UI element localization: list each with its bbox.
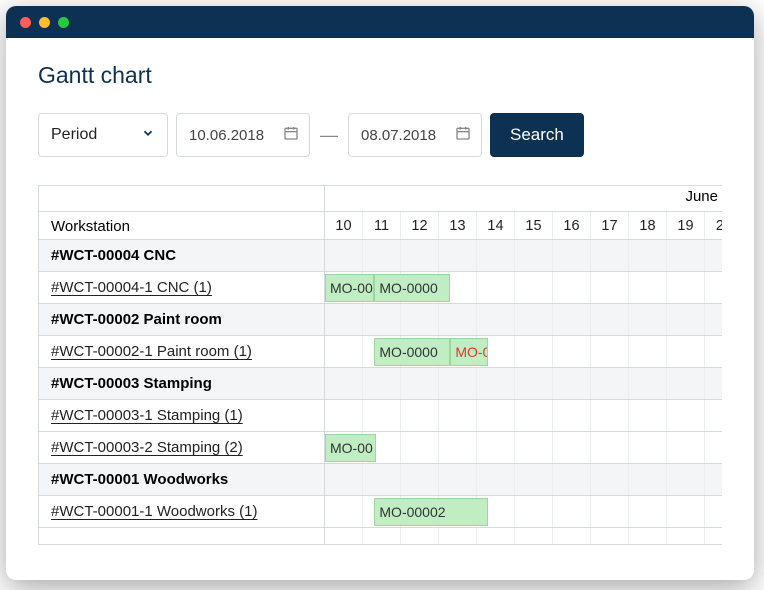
gantt-lane: MO-00MO-0000 (325, 272, 722, 304)
workstation-row: #WCT-00003-1 Stamping (1) (39, 400, 324, 432)
window-maximize-icon[interactable] (58, 17, 69, 28)
date-end-input[interactable] (361, 127, 445, 144)
gantt-lane (325, 240, 722, 272)
gantt-lane (325, 304, 722, 336)
day-header-cell: 16 (553, 212, 591, 239)
day-header-cell: 20 (705, 212, 722, 239)
gantt-bar[interactable]: MO-0 (450, 338, 488, 366)
workstation-link[interactable]: #WCT-00003-1 Stamping (1) (51, 407, 243, 424)
content-area: Gantt chart Period — Se (6, 38, 754, 545)
titlebar (6, 6, 754, 38)
gantt-chart: Workstation #WCT-00004 CNC #WCT-00004-1 C… (38, 185, 722, 545)
workstation-group-row: #WCT-00004 CNC (39, 240, 324, 272)
period-dropdown-label: Period (51, 126, 97, 144)
gantt-lane: MO-00002 (325, 496, 722, 528)
workstation-row: #WCT-00002-1 Paint room (1) (39, 336, 324, 368)
date-start-input[interactable] (189, 127, 273, 144)
workstation-group-row: #WCT-00002 Paint room (39, 304, 324, 336)
workstation-row (39, 528, 324, 544)
gantt-lane (325, 528, 722, 544)
gantt-bar[interactable]: MO-0000 (374, 274, 450, 302)
day-header-cell: 13 (439, 212, 477, 239)
gantt-lane (325, 368, 722, 400)
day-header-cell: 17 (591, 212, 629, 239)
day-header-cell: 12 (401, 212, 439, 239)
gantt-bar[interactable]: MO-00 (325, 434, 376, 462)
workstation-link[interactable]: #WCT-00003-2 Stamping (2) (51, 439, 243, 456)
day-header-row: 1011121314151617181920 (325, 212, 722, 240)
workstation-row: #WCT-00001-1 Woodworks (1) (39, 496, 324, 528)
gantt-lane (325, 400, 722, 432)
chevron-down-icon (141, 126, 155, 145)
workstation-link[interactable]: #WCT-00004-1 CNC (1) (51, 279, 212, 296)
day-header-cell: 19 (667, 212, 705, 239)
date-range-separator: — (318, 125, 340, 146)
day-header-cell: 14 (477, 212, 515, 239)
gantt-bar[interactable]: MO-00 (325, 274, 374, 302)
workstation-link[interactable]: #WCT-00002-1 Paint room (1) (51, 343, 252, 360)
period-dropdown[interactable]: Period (38, 113, 168, 157)
window-close-icon[interactable] (20, 17, 31, 28)
month-header: June (325, 186, 722, 212)
workstation-link[interactable]: #WCT-00001-1 Woodworks (1) (51, 503, 257, 520)
workstation-row: #WCT-00004-1 CNC (1) (39, 272, 324, 304)
calendar-icon (455, 125, 471, 146)
day-header-cell: 18 (629, 212, 667, 239)
gantt-lane: MO-0000MO-0 (325, 336, 722, 368)
workstation-group-row: #WCT-00001 Woodworks (39, 464, 324, 496)
filter-controls: Period — Search (38, 113, 722, 157)
month-label: June (685, 188, 722, 205)
gantt-bar[interactable]: MO-00002 (374, 498, 488, 526)
window-minimize-icon[interactable] (39, 17, 50, 28)
day-header-cell: 15 (515, 212, 553, 239)
gantt-left-column: Workstation #WCT-00004 CNC #WCT-00004-1 C… (39, 186, 325, 544)
search-button[interactable]: Search (490, 113, 584, 157)
day-header-cell: 10 (325, 212, 363, 239)
workstation-row: #WCT-00003-2 Stamping (2) (39, 432, 324, 464)
calendar-icon (283, 125, 299, 146)
day-header-cell: 11 (363, 212, 401, 239)
app-window: Gantt chart Period — Se (6, 6, 754, 580)
workstation-header: Workstation (39, 212, 324, 240)
page-title: Gantt chart (38, 62, 722, 89)
header-spacer (39, 186, 324, 212)
date-end-field[interactable] (348, 113, 482, 157)
gantt-bar[interactable]: MO-0000 (374, 338, 450, 366)
gantt-right-column: June 1011121314151617181920 MO-00MO-0000… (325, 186, 722, 544)
gantt-lane: MO-00 (325, 432, 722, 464)
workstation-group-row: #WCT-00003 Stamping (39, 368, 324, 400)
gantt-lane (325, 464, 722, 496)
date-start-field[interactable] (176, 113, 310, 157)
